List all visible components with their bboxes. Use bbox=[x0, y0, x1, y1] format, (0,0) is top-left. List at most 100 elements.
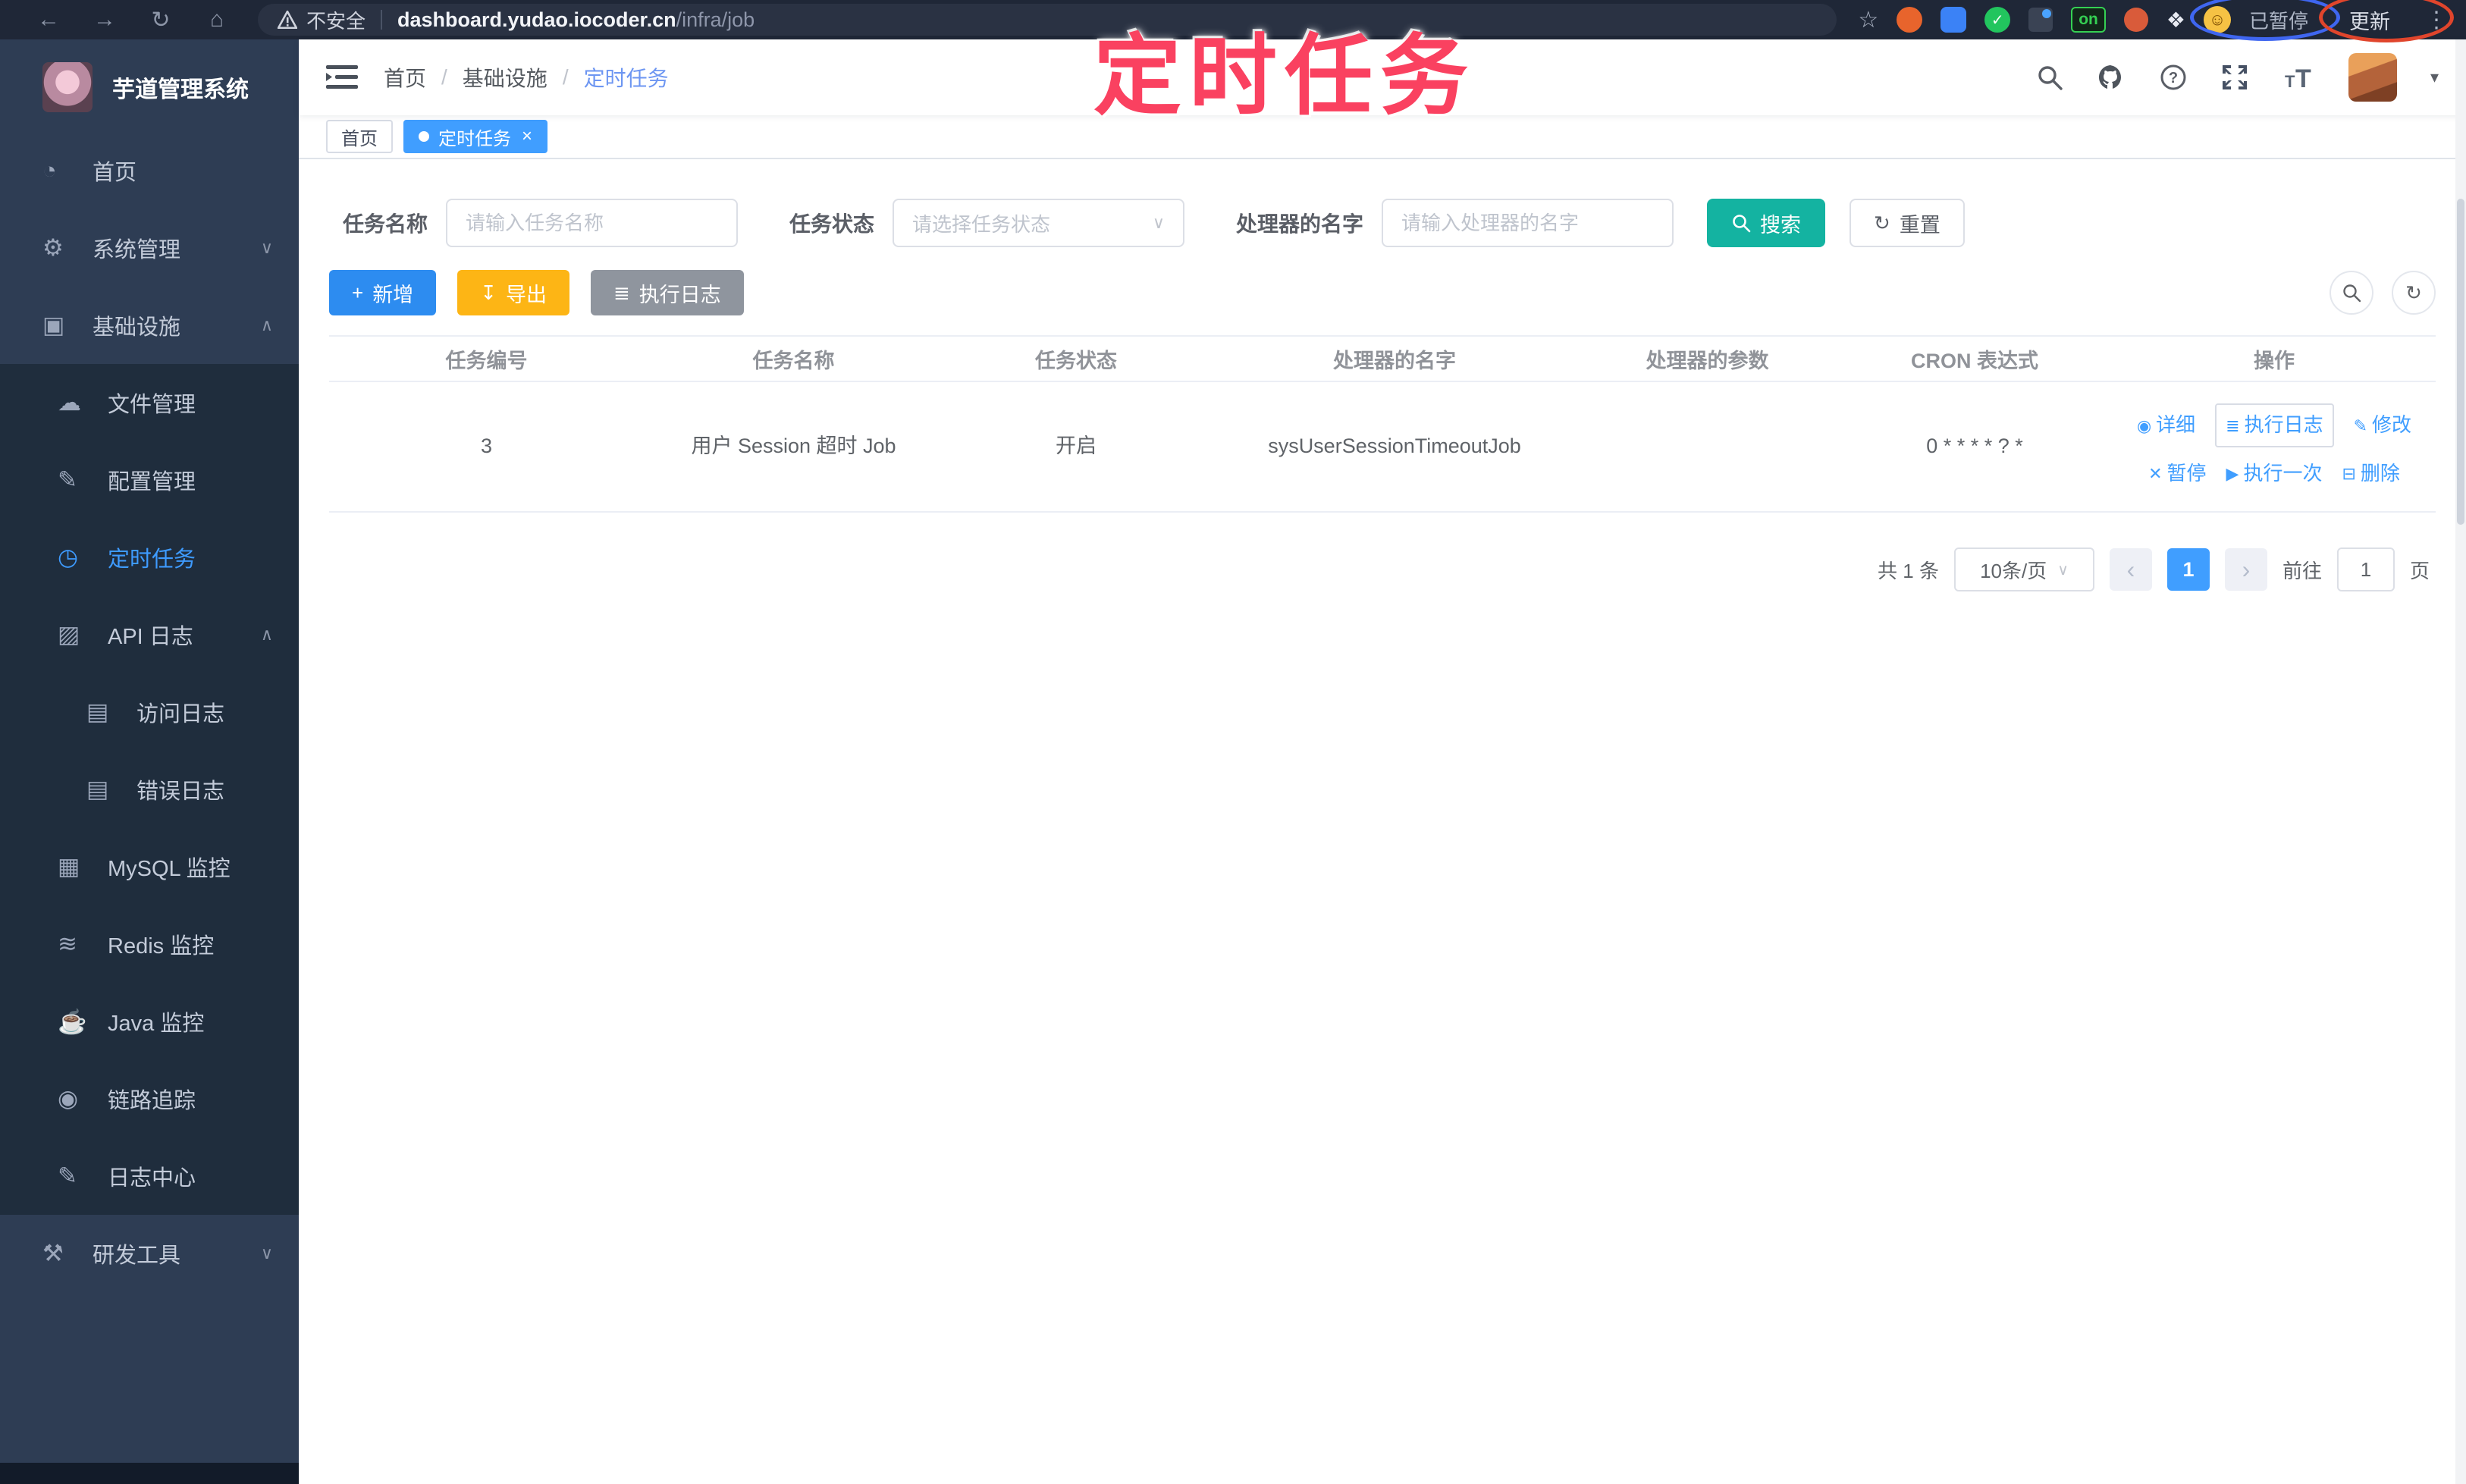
chevron-up-icon: ∧ bbox=[260, 315, 273, 334]
page-scrollbar[interactable] bbox=[2455, 39, 2466, 1484]
help-icon[interactable]: ? bbox=[2159, 63, 2188, 92]
browser-profile-avatar[interactable]: ☺ bbox=[2203, 6, 2231, 33]
github-icon[interactable] bbox=[2097, 63, 2126, 92]
sidebar: 芋道管理系统 ◔ 首页 ⚙ 系统管理 ∨ ▣ 基础设施 ∧ ☁ 文件管理 ✎ 配… bbox=[0, 39, 299, 1484]
add-button[interactable]: + 新增 bbox=[329, 270, 437, 315]
extension-icon[interactable]: ✓ bbox=[1984, 7, 2011, 33]
collapse-sidebar-icon[interactable] bbox=[326, 64, 358, 91]
delete-link[interactable]: ⊟ 删除 bbox=[2342, 458, 2399, 490]
sidebar-item-home[interactable]: ◔ 首页 bbox=[0, 132, 299, 209]
sidebar-item-infra[interactable]: ▣ 基础设施 ∧ bbox=[0, 287, 299, 364]
current-page-button[interactable]: 1 bbox=[2166, 548, 2210, 591]
extension-icon[interactable] bbox=[1897, 7, 1923, 33]
col-cron: CRON 表达式 bbox=[1911, 349, 2038, 372]
table-row: 3 用户 Session 超时 Job 开启 sysUserSessionTim… bbox=[329, 382, 2436, 513]
browser-home-icon[interactable]: ⌂ bbox=[202, 7, 232, 33]
col-actions: 操作 bbox=[2254, 349, 2295, 372]
col-job-status: 任务状态 bbox=[1035, 349, 1117, 372]
active-dot bbox=[419, 131, 429, 142]
sidebar-item-access-log[interactable]: ▤ 访问日志 bbox=[0, 673, 299, 751]
chevron-down-icon: ∨ bbox=[1152, 213, 1166, 232]
sidebar-item-java-monitor[interactable]: ☕ Java 监控 bbox=[0, 983, 299, 1060]
screen: ← → ↻ ⌂ 不安全 dashboard.yudao.iocoder.cn /… bbox=[0, 0, 2466, 1484]
search-button[interactable]: 搜索 bbox=[1707, 199, 1826, 247]
job-log-link[interactable]: ≣ 执行日志 bbox=[2215, 403, 2334, 447]
edit-link[interactable]: ✎ 修改 bbox=[2354, 409, 2411, 441]
browser-reload-icon[interactable]: ↻ bbox=[146, 7, 176, 33]
goto-page-input[interactable] bbox=[2336, 547, 2395, 591]
tag-home[interactable]: 首页 bbox=[326, 120, 393, 153]
on-badge-extension[interactable]: on bbox=[2071, 7, 2106, 33]
detail-link[interactable]: ◉ 详细 bbox=[2137, 409, 2195, 441]
refresh-table-button[interactable]: ↻ bbox=[2392, 271, 2436, 315]
execution-log-button[interactable]: ≣ 执行日志 bbox=[590, 270, 744, 315]
reset-button[interactable]: ↻ 重置 bbox=[1850, 199, 1965, 247]
sidebar-item-file-manage[interactable]: ☁ 文件管理 bbox=[0, 364, 299, 441]
pencil-icon: ✎ bbox=[58, 1162, 77, 1189]
job-status-select[interactable]: 请选择任务状态 ∨ bbox=[893, 199, 1185, 247]
extension-icon[interactable] bbox=[1940, 7, 1967, 33]
sidebar-item-config-manage[interactable]: ✎ 配置管理 bbox=[0, 441, 299, 519]
url-path[interactable]: /infra/job bbox=[676, 8, 755, 32]
page-content: 任务名称 任务状态 请选择任务状态 ∨ 处理器的名字 bbox=[299, 159, 2466, 1484]
url-host[interactable]: dashboard.yudao.iocoder.cn bbox=[397, 8, 676, 32]
table-header-row: 任务编号 任务名称 任务状态 处理器的名字 处理器的参数 CRON 表达式 操作 bbox=[329, 337, 2436, 382]
monitor-icon: ▣ bbox=[42, 312, 65, 338]
table-toolbar: + 新增 ↧ 导出 ≣ 执行日志 ↻ bbox=[329, 270, 2436, 315]
chevron-up-icon: ∧ bbox=[260, 625, 273, 644]
bookmark-star-icon[interactable]: ☆ bbox=[1858, 7, 1878, 33]
cell-job-status: 开启 bbox=[1056, 435, 1097, 458]
sidebar-item-scheduled-jobs[interactable]: ◷ 定时任务 bbox=[0, 519, 299, 596]
address-bar[interactable]: 不安全 dashboard.yudao.iocoder.cn /infra/jo… bbox=[258, 4, 1837, 36]
document-icon: ▤ bbox=[86, 776, 109, 802]
sidebar-item-redis-monitor[interactable]: ≋ Redis 监控 bbox=[0, 905, 299, 983]
avatar-caret-icon[interactable]: ▾ bbox=[2430, 67, 2439, 87]
sidebar-item-tracing[interactable]: ◉ 链路追踪 bbox=[0, 1060, 299, 1137]
browser-forward-icon[interactable]: → bbox=[89, 7, 120, 33]
scrollbar-thumb[interactable] bbox=[2457, 199, 2464, 525]
tag-scheduled-jobs[interactable]: 定时任务 × bbox=[403, 120, 548, 153]
cell-handler-name: sysUserSessionTimeoutJob bbox=[1268, 435, 1521, 458]
sidebar-item-api-log[interactable]: ▨ API 日志 ∧ bbox=[0, 596, 299, 673]
sidebar-item-dev-tools[interactable]: ⚒ 研发工具 ∨ bbox=[0, 1215, 299, 1292]
profile-paused-label: 已暂停 bbox=[2248, 9, 2308, 33]
next-page-button[interactable]: › bbox=[2224, 548, 2267, 591]
sidebar-item-system[interactable]: ⚙ 系统管理 ∨ bbox=[0, 209, 299, 287]
browser-menu-icon[interactable]: ⋮ bbox=[2425, 7, 2448, 33]
export-button[interactable]: ↧ 导出 bbox=[457, 270, 569, 315]
sidebar-item-mysql-monitor[interactable]: ▦ MySQL 监控 bbox=[0, 828, 299, 905]
close-icon[interactable]: × bbox=[522, 126, 532, 147]
fullscreen-icon[interactable] bbox=[2221, 64, 2248, 91]
run-once-link[interactable]: ▶ 执行一次 bbox=[2226, 458, 2323, 490]
sidebar-item-log-center[interactable]: ✎ 日志中心 bbox=[0, 1137, 299, 1215]
breadcrumb-infra[interactable]: 基础设施 bbox=[463, 62, 547, 93]
total-count: 共 1 条 bbox=[1878, 559, 1939, 582]
search-icon[interactable] bbox=[2036, 64, 2063, 91]
app-logo[interactable]: 芋道管理系统 bbox=[0, 39, 299, 132]
database-icon: ▦ bbox=[58, 853, 80, 880]
user-avatar[interactable] bbox=[2348, 53, 2397, 102]
goto-label: 前往 bbox=[2282, 559, 2322, 582]
pause-link[interactable]: ✕ 暂停 bbox=[2148, 458, 2206, 490]
page-size-select[interactable]: 10条/页 ∨ bbox=[1953, 547, 2094, 591]
prev-page-button[interactable]: ‹ bbox=[2109, 548, 2152, 591]
browser-update-button[interactable]: 更新 bbox=[2349, 5, 2390, 35]
gear-icon: ⚙ bbox=[42, 234, 64, 261]
security-label[interactable]: 不安全 bbox=[306, 6, 366, 34]
plus-icon: + bbox=[352, 281, 364, 304]
layers-icon: ≋ bbox=[58, 930, 77, 957]
toggle-search-button[interactable] bbox=[2330, 271, 2373, 315]
sidebar-item-error-log[interactable]: ▤ 错误日志 bbox=[0, 751, 299, 828]
puzzle-extensions-icon[interactable]: ❖ bbox=[2166, 8, 2185, 33]
breadcrumb-home[interactable]: 首页 bbox=[384, 62, 426, 93]
job-name-input[interactable] bbox=[446, 199, 739, 247]
coffee-icon: ☕ bbox=[58, 1008, 87, 1035]
handler-name-input[interactable] bbox=[1382, 199, 1674, 247]
document-icon: ▤ bbox=[86, 698, 109, 725]
extension-icon[interactable] bbox=[2123, 8, 2148, 32]
list-icon: ≣ bbox=[2226, 416, 2240, 435]
browser-back-icon[interactable]: ← bbox=[33, 7, 64, 33]
font-size-icon[interactable]: TT bbox=[2282, 63, 2315, 92]
job-name-label: 任务名称 bbox=[343, 212, 428, 236]
extension-icon[interactable] bbox=[2028, 8, 2053, 32]
